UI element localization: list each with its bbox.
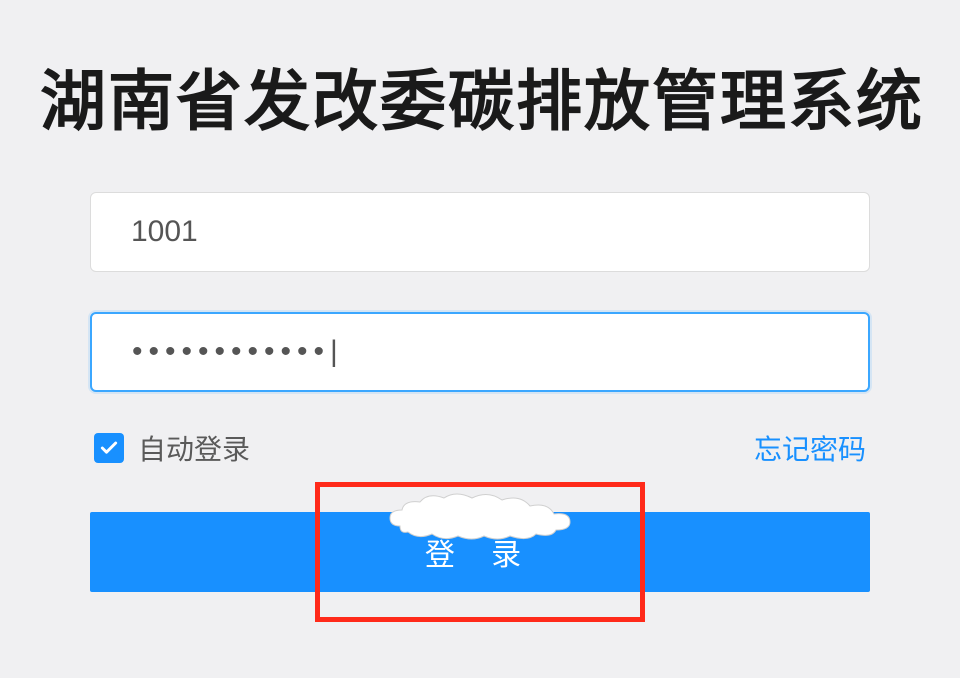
- auto-login-label: 自动登录: [138, 428, 250, 468]
- auto-login-checkbox[interactable]: [94, 433, 124, 463]
- page-title: 湖南省发改委碳排放管理系统: [0, 0, 960, 144]
- forgot-password-link[interactable]: 忘记密码: [754, 428, 866, 468]
- check-icon: [99, 438, 119, 458]
- login-button[interactable]: 登 录: [90, 512, 870, 592]
- login-form: 自动登录 忘记密码 登 录: [90, 192, 870, 592]
- login-button-label: 登 录: [425, 530, 535, 574]
- password-input[interactable]: [90, 312, 870, 392]
- login-button-area: 登 录: [90, 512, 870, 592]
- options-row: 自动登录 忘记密码: [90, 428, 870, 468]
- username-input[interactable]: [90, 192, 870, 272]
- auto-login-group: 自动登录: [94, 428, 250, 468]
